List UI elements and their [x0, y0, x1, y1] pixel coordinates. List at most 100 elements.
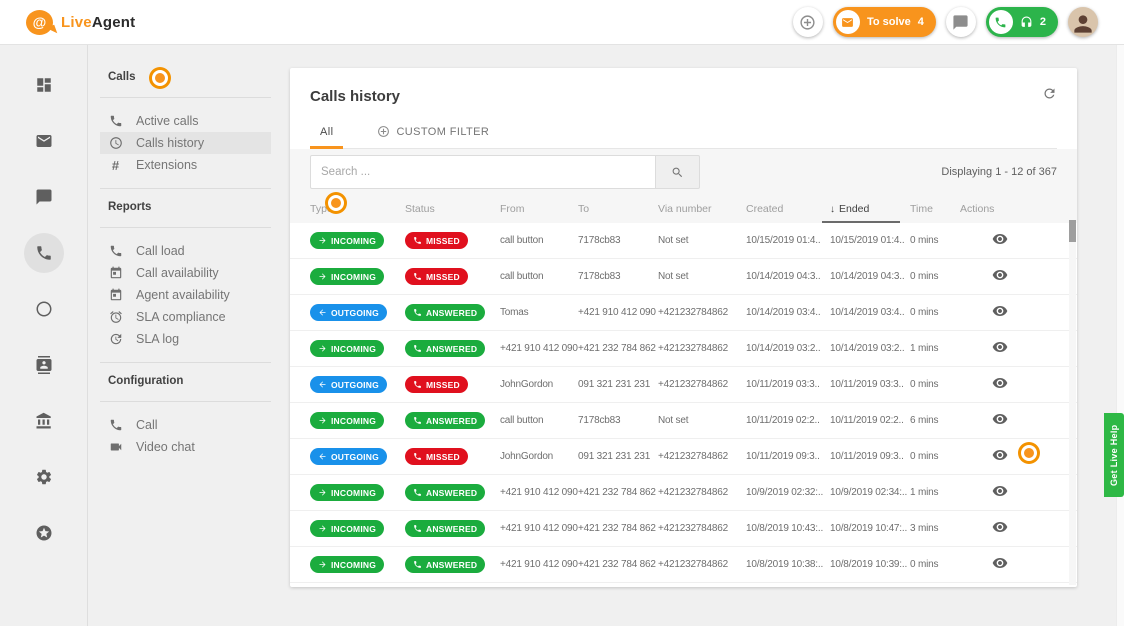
view-call-button[interactable] — [992, 339, 1008, 355]
filter-tabs: All CUSTOM FILTER — [310, 123, 1057, 149]
chats-button[interactable] — [946, 7, 976, 37]
column-header-status[interactable]: Status — [405, 195, 500, 223]
sidebar-item-label: SLA log — [136, 332, 179, 346]
cell-actions — [960, 447, 1077, 466]
cell-to: 7178cb83 — [578, 271, 658, 282]
search-button[interactable] — [656, 155, 700, 189]
cell-ended: 10/9/2019 02:34:.. — [830, 487, 910, 498]
cell-via: +421232784862 — [658, 487, 746, 498]
rail-item-contacts[interactable] — [24, 345, 64, 385]
sidebar-item-sla-log[interactable]: SLA log — [100, 328, 271, 350]
calendar-icon — [108, 266, 123, 280]
rail-item-settings[interactable] — [24, 457, 64, 497]
view-call-button[interactable] — [992, 375, 1008, 391]
column-header-type[interactable]: Type — [310, 195, 405, 223]
view-call-button[interactable] — [992, 447, 1008, 463]
tab-custom-filter[interactable]: CUSTOM FILTER — [367, 123, 499, 148]
rail-item-phone[interactable] — [24, 233, 64, 273]
eye-icon — [992, 447, 1008, 463]
arrow-right-icon — [318, 524, 327, 533]
view-call-button[interactable] — [992, 519, 1008, 535]
sidebar-item-call-availability[interactable]: Call availability — [100, 262, 271, 284]
view-call-button[interactable] — [992, 411, 1008, 427]
plus-circle-icon — [799, 14, 816, 31]
phone-icon — [413, 236, 422, 245]
call-status-badge: MISSED — [405, 232, 468, 249]
sidebar-item-call[interactable]: Call — [100, 414, 271, 436]
call-status-badge: ANSWERED — [405, 340, 485, 357]
rail-item-mail[interactable] — [24, 121, 64, 161]
hash-icon: # — [108, 158, 123, 173]
view-call-button[interactable] — [992, 267, 1008, 283]
eye-icon — [992, 411, 1008, 427]
cell-via: +421232784862 — [658, 523, 746, 534]
user-avatar[interactable] — [1068, 7, 1098, 37]
scrollbar-thumb[interactable] — [1069, 220, 1076, 242]
liveagent-logo[interactable]: @ LiveAgent — [26, 10, 135, 35]
refresh-button[interactable] — [1042, 86, 1057, 101]
rail-item-academy[interactable] — [24, 401, 64, 441]
cell-time: 0 mins — [910, 307, 960, 318]
cell-to: 091 321 231 231 — [578, 379, 658, 390]
phone-icon — [413, 560, 422, 569]
eye-icon — [992, 555, 1008, 571]
sidebar-item-calls-history[interactable]: Calls history — [100, 132, 271, 154]
table-row: INCOMINGANSWERED+421 910 412 090+421 232… — [290, 331, 1077, 367]
phone-icon — [108, 244, 123, 258]
sidebar-item-active-calls[interactable]: Active calls — [100, 110, 271, 132]
column-header-to[interactable]: To — [578, 195, 658, 223]
table-scrollbar[interactable] — [1069, 220, 1076, 585]
column-header-via-number[interactable]: Via number — [658, 195, 746, 223]
page-scrollbar[interactable] — [1116, 45, 1124, 626]
call-status-badge: ANSWERED — [405, 412, 485, 429]
sidebar-item-video-chat[interactable]: Video chat — [100, 436, 271, 458]
column-header-from[interactable]: From — [500, 195, 578, 223]
rail-item-circle[interactable] — [24, 289, 64, 329]
table-row: INCOMINGANSWERED+421 910 412 090+421 232… — [290, 511, 1077, 547]
eye-icon — [992, 375, 1008, 391]
view-call-button[interactable] — [992, 555, 1008, 571]
call-status-badge: ANSWERED — [405, 304, 485, 321]
chat-icon — [35, 188, 53, 206]
cell-created: 10/14/2019 03:2.. — [746, 343, 830, 354]
rail-item-rewards[interactable] — [24, 513, 64, 553]
view-call-button[interactable] — [992, 303, 1008, 319]
rail-item-chat[interactable] — [24, 177, 64, 217]
cell-created: 10/8/2019 10:38:.. — [746, 559, 830, 570]
sidebar-item-agent-availability[interactable]: Agent availability — [100, 284, 271, 306]
cell-from: call button — [500, 235, 578, 246]
phone-icon — [413, 308, 422, 317]
sidebar-item-call-load[interactable]: Call load — [100, 240, 271, 262]
cell-from: JohnGordon — [500, 451, 578, 462]
call-type-badge: OUTGOING — [310, 376, 387, 393]
view-call-button[interactable] — [992, 231, 1008, 247]
view-call-button[interactable] — [992, 483, 1008, 499]
call-status-badge: ANSWERED — [405, 556, 485, 573]
column-header-time[interactable]: Time — [910, 195, 960, 223]
column-header-ended[interactable]: ↓Ended — [830, 195, 910, 223]
sidebar-item-sla-compliance[interactable]: SLA compliance — [100, 306, 271, 328]
sidebar-item-extensions[interactable]: # Extensions — [100, 154, 271, 176]
search-input[interactable] — [310, 155, 656, 189]
sidebar-section-reports: Reports — [100, 189, 271, 227]
sidebar-section-calls: Calls — [100, 59, 271, 97]
call-type-badge: OUTGOING — [310, 448, 387, 465]
add-button[interactable] — [793, 7, 823, 37]
envelope-icon — [836, 10, 860, 34]
rail-item-dashboard[interactable] — [24, 65, 64, 105]
tab-all[interactable]: All — [310, 123, 343, 148]
arrow-right-icon — [318, 488, 327, 497]
cell-to: +421 232 784 862 — [578, 523, 658, 534]
sidebar-item-label: Call — [136, 418, 158, 432]
logo-bubble-icon: @ — [26, 10, 53, 35]
calls-status-button[interactable]: 2 — [986, 7, 1058, 37]
get-live-help-tab[interactable]: Get Live Help — [1104, 413, 1124, 497]
to-solve-button[interactable]: To solve 4 — [833, 7, 936, 37]
cell-ended: 10/14/2019 03:2.. — [830, 343, 910, 354]
arrow-right-icon — [318, 236, 327, 245]
cell-via: +421232784862 — [658, 307, 746, 318]
column-header-actions[interactable]: Actions — [960, 195, 1077, 223]
column-header-created[interactable]: Created — [746, 195, 830, 223]
sidebar-item-label: Call availability — [136, 266, 219, 280]
call-status-badge: ANSWERED — [405, 520, 485, 537]
